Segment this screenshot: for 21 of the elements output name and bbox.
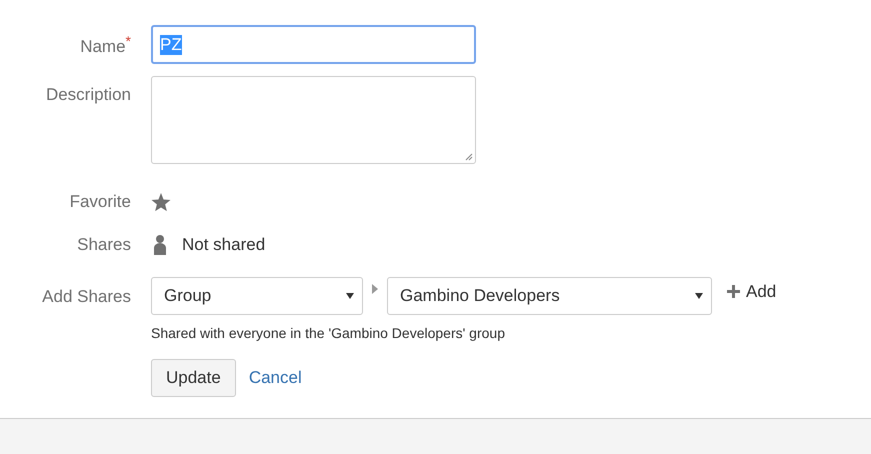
person-icon (153, 235, 167, 255)
resize-handle-icon[interactable] (465, 153, 473, 161)
shares-status: Not shared (182, 234, 266, 256)
update-button[interactable]: Update (151, 359, 236, 397)
share-type-select[interactable]: Group (151, 277, 363, 315)
field-label: Shares (77, 234, 131, 256)
description-field[interactable] (151, 76, 476, 164)
field-label: Add Shares (42, 286, 131, 308)
dropdown-caret-icon (695, 293, 703, 299)
field-label: Favorite (70, 191, 131, 214)
star-icon[interactable] (151, 192, 171, 212)
team-select[interactable]: Gambino Developers (387, 277, 712, 315)
cancel-link[interactable]: Cancel (248, 365, 302, 391)
chevron-right-icon (372, 284, 378, 294)
plus-icon (727, 285, 740, 298)
field-label: Description (46, 84, 131, 106)
field-label: Name (80, 37, 126, 58)
help-text: Shared with everyone in the 'Gambino Developers' group (151, 324, 506, 343)
add-share-button[interactable]: Add (727, 279, 776, 304)
dropdown-caret-icon (346, 293, 354, 299)
required-mark: * (126, 34, 131, 51)
